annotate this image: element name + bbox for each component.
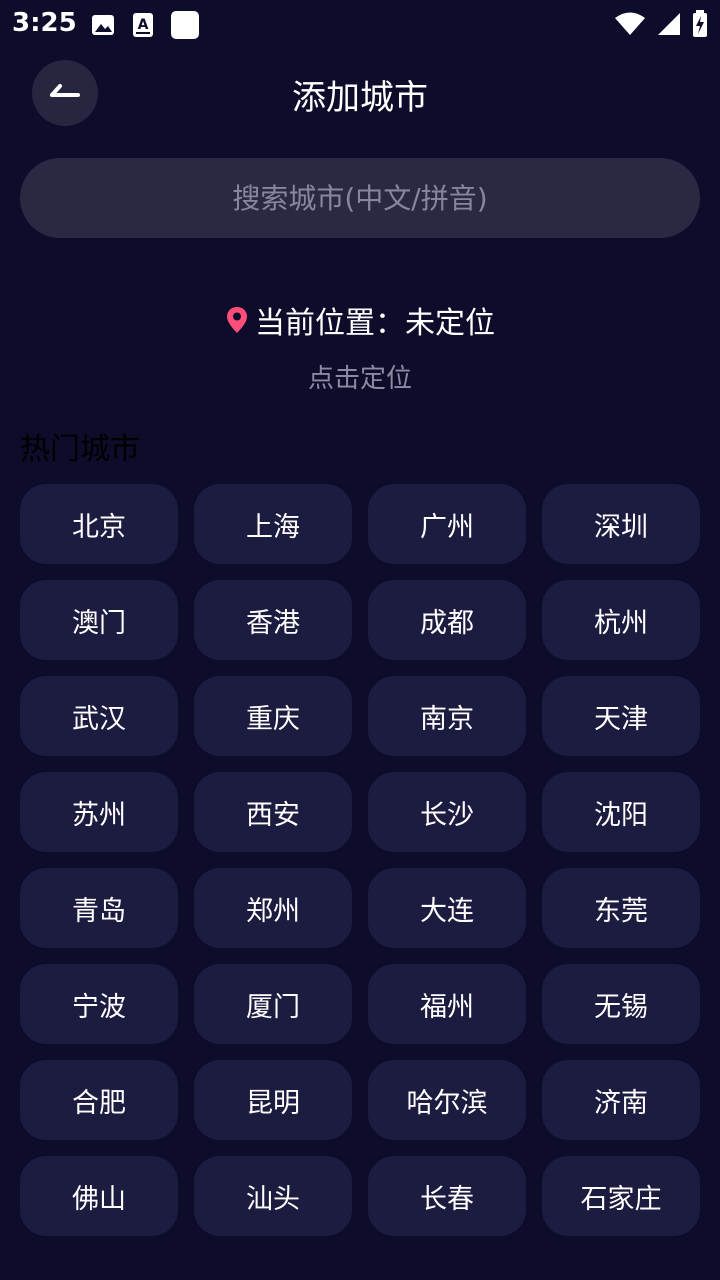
city-button[interactable]: 合肥 xyxy=(20,1060,178,1140)
status-time: 3:25 xyxy=(12,8,77,38)
city-button[interactable]: 宁波 xyxy=(20,964,178,1044)
city-button[interactable]: 澳门 xyxy=(20,580,178,660)
city-button[interactable]: 东莞 xyxy=(542,868,700,948)
city-button[interactable]: 长沙 xyxy=(368,772,526,852)
city-button[interactable]: 武汉 xyxy=(20,676,178,756)
city-button[interactable]: 无锡 xyxy=(542,964,700,1044)
city-button[interactable]: 福州 xyxy=(368,964,526,1044)
page-title: 添加城市 xyxy=(292,78,428,118)
hot-cities-title: 热门城市 xyxy=(20,432,140,467)
city-button[interactable]: 沈阳 xyxy=(542,772,700,852)
city-button[interactable]: 天津 xyxy=(542,676,700,756)
city-button[interactable]: 郑州 xyxy=(194,868,352,948)
city-button[interactable]: 长春 xyxy=(368,1156,526,1236)
current-location: 当前位置：未定位 xyxy=(0,298,720,342)
city-button[interactable]: 哈尔滨 xyxy=(368,1060,526,1140)
svg-text:A: A xyxy=(138,17,149,33)
city-button[interactable]: 昆明 xyxy=(194,1060,352,1140)
city-button[interactable]: 西安 xyxy=(194,772,352,852)
status-notification-icons: A xyxy=(90,10,200,40)
city-button[interactable]: 南京 xyxy=(368,676,526,756)
city-button[interactable]: 成都 xyxy=(368,580,526,660)
city-button[interactable]: 大连 xyxy=(368,868,526,948)
square-icon xyxy=(171,11,199,39)
city-button[interactable]: 石家庄 xyxy=(542,1156,700,1236)
city-button[interactable]: 汕头 xyxy=(194,1156,352,1236)
battery-charging-icon xyxy=(693,10,707,37)
current-location-text: 当前位置：未定位 xyxy=(255,306,495,341)
signal-icon xyxy=(658,13,680,35)
screen: 3:25 A 添加城市 搜索城市(中文/拼音) 当前位置：未定位 点击定位 热门… xyxy=(0,0,720,1280)
image-icon xyxy=(92,15,114,35)
city-button[interactable]: 重庆 xyxy=(194,676,352,756)
status-system-icons xyxy=(614,10,708,38)
city-button[interactable]: 上海 xyxy=(194,484,352,564)
city-button[interactable]: 济南 xyxy=(542,1060,700,1140)
city-button[interactable]: 佛山 xyxy=(20,1156,178,1236)
city-button[interactable]: 青岛 xyxy=(20,868,178,948)
search-input[interactable] xyxy=(20,158,700,238)
city-button[interactable]: 杭州 xyxy=(542,580,700,660)
city-button[interactable]: 厦门 xyxy=(194,964,352,1044)
city-button[interactable]: 广州 xyxy=(368,484,526,564)
city-button[interactable]: 苏州 xyxy=(20,772,178,852)
wifi-icon xyxy=(615,12,645,35)
city-button[interactable]: 香港 xyxy=(194,580,352,660)
location-pin-icon xyxy=(227,307,247,333)
locate-button[interactable]: 点击定位 xyxy=(0,358,720,395)
status-bar: 3:25 A xyxy=(0,0,720,50)
hot-cities-grid: 北京 上海 广州 深圳 澳门 香港 成都 杭州 武汉 重庆 南京 天津 苏州 西… xyxy=(20,484,700,1236)
city-button[interactable]: 深圳 xyxy=(542,484,700,564)
a-keyboard-icon: A xyxy=(133,13,153,37)
city-button[interactable]: 北京 xyxy=(20,484,178,564)
